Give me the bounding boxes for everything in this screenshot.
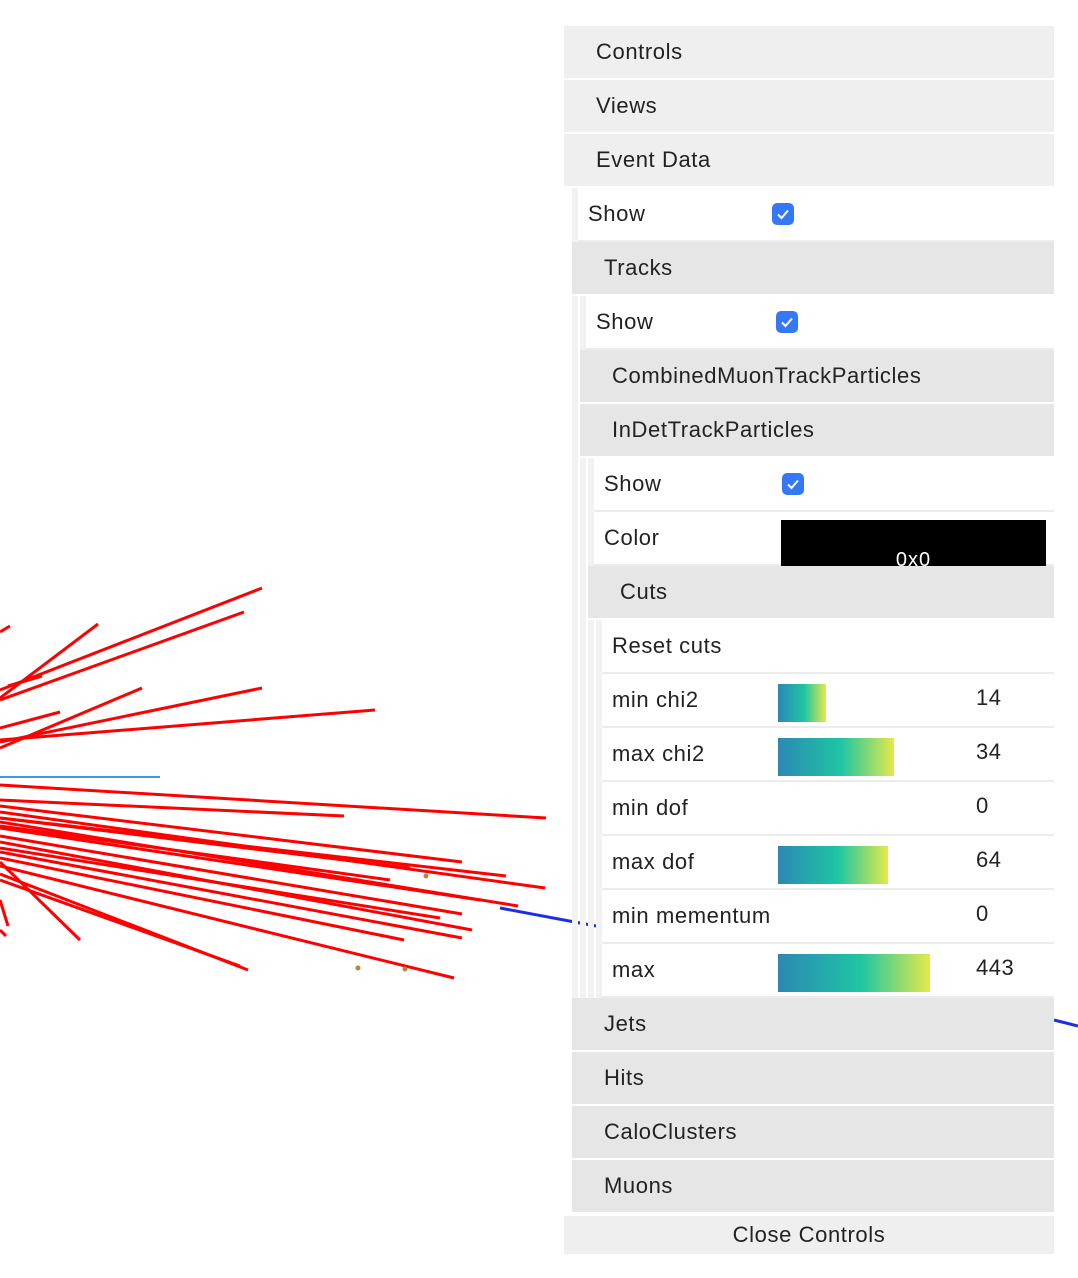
color-picker[interactable]: 0x0 bbox=[781, 520, 1046, 566]
folder-views-label: Views bbox=[596, 93, 658, 118]
cut-slider-label: max bbox=[612, 957, 656, 982]
indet-color-label: Color bbox=[604, 525, 660, 550]
red-track bbox=[0, 899, 10, 927]
red-track bbox=[0, 816, 411, 870]
cut-slider-label: min dof bbox=[612, 795, 689, 820]
reset-cuts-button[interactable]: Reset cuts bbox=[602, 620, 1054, 674]
cut-slider-value[interactable]: 64 bbox=[976, 836, 1001, 884]
folder-muons-label: Muons bbox=[604, 1173, 674, 1198]
cut-slider-row: max chi2 34 bbox=[602, 728, 1054, 782]
cut-slider-value[interactable]: 443 bbox=[976, 944, 1014, 992]
cut-slider-label: max dof bbox=[612, 849, 695, 874]
event-data-show-checkbox[interactable] bbox=[772, 203, 794, 225]
cut-slider[interactable] bbox=[778, 728, 978, 780]
cut-slider-row: min chi2 14 bbox=[602, 674, 1054, 728]
cut-slider-label: min chi2 bbox=[612, 687, 699, 712]
folder-controls[interactable]: Controls bbox=[564, 26, 1054, 80]
tracks-show-checkbox[interactable] bbox=[776, 311, 798, 333]
folder-hits-label: Hits bbox=[604, 1065, 645, 1090]
folder-indet-label: InDetTrackParticles bbox=[612, 417, 815, 442]
folder-tracks-label: Tracks bbox=[604, 255, 673, 280]
checkmark-icon bbox=[781, 317, 793, 328]
folder-calo-clusters-label: CaloClusters bbox=[604, 1119, 738, 1144]
cut-slider[interactable] bbox=[778, 674, 978, 726]
cut-slider-fill bbox=[778, 954, 930, 992]
folder-jets-label: Jets bbox=[604, 1011, 647, 1036]
folder-cuts[interactable]: Cuts bbox=[588, 566, 1054, 620]
tracks-show-row[interactable]: Show bbox=[586, 296, 1054, 350]
folder-controls-label: Controls bbox=[596, 39, 683, 64]
cut-slider-fill bbox=[778, 684, 826, 722]
folder-combined-muon-track-particles[interactable]: CombinedMuonTrackParticles bbox=[580, 350, 1054, 404]
folder-views[interactable]: Views bbox=[564, 80, 1054, 134]
checkmark-icon bbox=[787, 479, 799, 490]
event-data-show-row[interactable]: Show bbox=[578, 188, 1054, 242]
indet-show-row[interactable]: Show bbox=[594, 458, 1054, 512]
cut-slider-value[interactable]: 14 bbox=[976, 674, 1001, 722]
folder-event-data-label: Event Data bbox=[596, 147, 711, 172]
checkmark-icon bbox=[777, 209, 789, 220]
cut-slider-label: min mementum bbox=[612, 903, 771, 928]
red-track bbox=[0, 878, 241, 968]
folder-indet-track-particles[interactable]: InDetTrackParticles bbox=[580, 404, 1054, 458]
red-track bbox=[0, 622, 99, 700]
folder-combined-muon-label: CombinedMuonTrackParticles bbox=[612, 363, 922, 388]
folder-tracks[interactable]: Tracks bbox=[572, 242, 1054, 296]
reset-cuts-label: Reset cuts bbox=[612, 633, 722, 658]
cut-slider-row: min mementum 0 bbox=[602, 890, 1054, 944]
cut-slider-row: min dof 0 bbox=[602, 782, 1054, 836]
cut-slider-fill bbox=[778, 846, 888, 884]
indet-show-label: Show bbox=[604, 471, 662, 496]
folder-muons[interactable]: Muons bbox=[572, 1160, 1054, 1214]
folder-cuts-label: Cuts bbox=[620, 579, 668, 604]
cut-slider-row: max 443 bbox=[602, 944, 1054, 998]
indent-guide bbox=[572, 188, 578, 998]
tracks-show-label: Show bbox=[596, 309, 654, 334]
indet-color-row: Color 0x0 bbox=[594, 512, 1054, 566]
cut-slider-fill bbox=[778, 738, 894, 776]
cut-slider-value[interactable]: 34 bbox=[976, 728, 1001, 776]
cut-slider[interactable] bbox=[778, 890, 978, 942]
folder-event-data[interactable]: Event Data bbox=[564, 134, 1054, 188]
indet-show-checkbox[interactable] bbox=[782, 473, 804, 495]
cut-slider[interactable] bbox=[778, 944, 978, 996]
close-controls-button[interactable]: Close Controls bbox=[564, 1216, 1054, 1254]
red-track bbox=[0, 624, 11, 634]
event-data-show-label: Show bbox=[588, 201, 646, 226]
cut-slider-label: max chi2 bbox=[612, 741, 705, 766]
folder-hits[interactable]: Hits bbox=[572, 1052, 1054, 1106]
folder-calo-clusters[interactable]: CaloClusters bbox=[572, 1106, 1054, 1160]
cut-slider-row: max dof 64 bbox=[602, 836, 1054, 890]
controls-panel: Controls Views Event Data Show Tracks Sh… bbox=[564, 26, 1054, 1254]
cut-slider[interactable] bbox=[778, 782, 978, 834]
red-track bbox=[0, 586, 263, 692]
cut-slider-value[interactable]: 0 bbox=[976, 890, 989, 938]
red-track bbox=[0, 928, 8, 938]
red-track-bundle bbox=[0, 586, 547, 980]
red-track bbox=[0, 610, 245, 702]
red-track bbox=[0, 686, 263, 744]
folder-jets[interactable]: Jets bbox=[572, 998, 1054, 1052]
cut-slider[interactable] bbox=[778, 836, 978, 888]
cut-slider-value[interactable]: 0 bbox=[976, 782, 989, 830]
